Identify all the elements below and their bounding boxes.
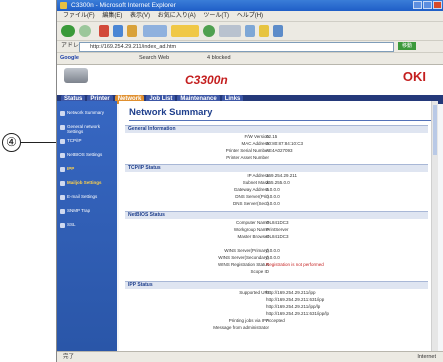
info-row: Printing jobs via IPP Accepted	[228, 318, 285, 323]
print-icon[interactable]	[245, 25, 255, 37]
sidebar-item-ssl[interactable]: SSL	[57, 222, 117, 233]
google-logo: Google	[60, 55, 79, 61]
status-bar: 完了 Internet	[57, 351, 443, 362]
info-row: WINS Server(Primary) 0.0.0.0	[224, 248, 280, 253]
go-button[interactable]: 移動	[398, 42, 416, 50]
page-content: Network Summary General network Settings…	[57, 101, 443, 352]
folder-icon[interactable]	[259, 25, 269, 37]
info-row: Workgroup Name PrintServer	[233, 227, 289, 232]
address-input[interactable]: http://169.254.29.211/index_ad.htm	[79, 42, 394, 52]
page-icon	[60, 209, 65, 214]
home-icon[interactable]	[127, 25, 137, 37]
info-row: DNS Server(Pri.) 0.0.0.0	[235, 194, 280, 199]
info-row: Scope ID	[250, 269, 269, 274]
page-icon	[60, 125, 65, 130]
info-row: Master Browser OL841DC3	[237, 234, 289, 239]
page-icon	[60, 167, 65, 172]
history-icon[interactable]	[203, 25, 215, 37]
menu-file[interactable]: ファイル(F)	[63, 13, 95, 19]
minimize-button[interactable]	[413, 1, 422, 9]
section-netbios: NetBIOS Status Computer Name OL841DC3 Wor…	[125, 211, 428, 275]
window-titlebar: C3300n - Microsoft Internet Explorer	[57, 0, 443, 11]
section-tcpip: TCP/IP Status IP Address 169.254.29.211 S…	[125, 164, 428, 207]
printer-icon	[64, 68, 88, 83]
info-row: Printer Serial Number AE4A027093	[225, 148, 293, 153]
oki-header: C3300n OKI	[57, 65, 443, 95]
info-row: DNS Server(Sec.) 0.0.0.0	[232, 201, 280, 206]
refresh-icon[interactable]	[113, 25, 123, 37]
page-icon	[60, 111, 65, 116]
section-header: NetBIOS Status	[125, 211, 428, 219]
page-title: Network Summary	[129, 107, 213, 118]
info-row	[125, 240, 428, 247]
mail-icon[interactable]	[219, 25, 241, 37]
info-row: F/W Version 02.15	[244, 134, 278, 139]
stop-icon[interactable]	[99, 25, 109, 37]
zone-indicator: Internet	[417, 354, 436, 360]
info-row: http://169.254.29.211/ipp/lp	[266, 304, 321, 309]
menu-edit[interactable]: 編集(E)	[102, 13, 122, 19]
section-general: General Information F/W Version 02.15 MAC…	[125, 125, 428, 161]
callout-annotation: ④	[0, 126, 129, 164]
main-panel: Network Summary General Information F/W …	[119, 101, 438, 352]
sidebar: Network Summary General network Settings…	[57, 101, 117, 352]
favorites-button[interactable]	[171, 25, 199, 37]
sidebar-item-email-settings[interactable]: E-mail Settings	[57, 194, 117, 205]
info-row: IP Address 169.254.29.211	[247, 173, 297, 178]
menu-help[interactable]: ヘルプ(H)	[237, 13, 263, 19]
status-text: 完了	[63, 354, 75, 360]
ie-icon	[60, 2, 67, 9]
forward-button[interactable]	[79, 25, 91, 37]
sidebar-item-netbios-settings[interactable]: NetBIOS Settings	[57, 152, 117, 163]
maximize-button[interactable]	[423, 1, 432, 9]
close-button[interactable]	[433, 1, 442, 9]
search-button[interactable]	[143, 25, 167, 37]
section-header: IPP Status	[125, 281, 428, 289]
browser-window: C3300n - Microsoft Internet Explorer ファイ…	[56, 0, 443, 362]
menu-tools[interactable]: ツール(T)	[203, 13, 229, 19]
info-row: MAC Address 00:80:87:84:10:C3	[241, 141, 304, 146]
oki-logo: OKI	[402, 69, 426, 84]
page-icon	[60, 195, 65, 200]
info-row: Gateway Address 0.0.0.0	[233, 187, 280, 192]
info-row: WINS Server(Secondary) 0.0.0.0	[218, 255, 280, 260]
menu-view[interactable]: 表示(V)	[130, 13, 150, 19]
section-header: General Information	[125, 125, 428, 133]
window-title: C3300n - Microsoft Internet Explorer	[71, 2, 176, 9]
page-icon	[60, 139, 65, 144]
section-header: TCP/IP Status	[125, 164, 428, 172]
google-toolbar: Google Search Web 4 blocked	[57, 53, 443, 65]
info-row: Supported URI http://169.254.29.211/ipp	[239, 290, 316, 295]
section-ipp: IPP Status Supported URI http://169.254.2…	[125, 281, 428, 331]
messenger-icon[interactable]	[273, 25, 283, 37]
sidebar-item-mailjob-settings[interactable]: Mailjob Settings	[57, 180, 117, 191]
info-row: Computer Name OL841DC3	[235, 220, 289, 225]
sidebar-item-tcpip[interactable]: TCP/IP	[57, 138, 117, 149]
info-row: http://169.254.29.211:631/ipp	[266, 297, 325, 302]
sidebar-item-general-network-settings[interactable]: General network Settings	[57, 124, 117, 135]
sidebar-item-snmp-trap[interactable]: SNMP Trap	[57, 208, 117, 219]
page-icon	[60, 223, 65, 228]
menu-bar: ファイル(F) 編集(E) 表示(V) お気に入り(A) ツール(T) ヘルプ(…	[57, 11, 443, 22]
sidebar-item-ipp[interactable]: IPP	[57, 166, 117, 177]
search-web-button[interactable]: Search Web	[139, 53, 169, 64]
info-row: WINS Registration Status Registration is …	[217, 262, 324, 267]
page-icon	[60, 153, 65, 158]
info-row: Printer Asset Number	[226, 155, 269, 160]
callout-number: ④	[2, 133, 21, 152]
title-divider	[129, 120, 432, 121]
info-row: Message from administrator	[213, 325, 269, 330]
vertical-scrollbar[interactable]	[431, 101, 438, 352]
scrollbar-thumb[interactable]	[433, 105, 437, 155]
address-bar: アドレス(D) http://169.254.29.211/index_ad.h…	[57, 41, 443, 53]
sidebar-item-network-summary[interactable]: Network Summary	[57, 110, 117, 121]
menu-favorites[interactable]: お気に入り(A)	[158, 13, 196, 19]
info-row: Subnet Mask 255.255.0.0	[242, 180, 290, 185]
back-button[interactable]	[61, 25, 75, 37]
popup-blocked-indicator[interactable]: 4 blocked	[207, 53, 231, 64]
toolbar	[57, 22, 443, 41]
page-icon	[60, 181, 65, 186]
printer-model: C3300n	[185, 73, 228, 87]
info-row: http://169.254.29.211:631/ipp/lp	[266, 311, 329, 316]
